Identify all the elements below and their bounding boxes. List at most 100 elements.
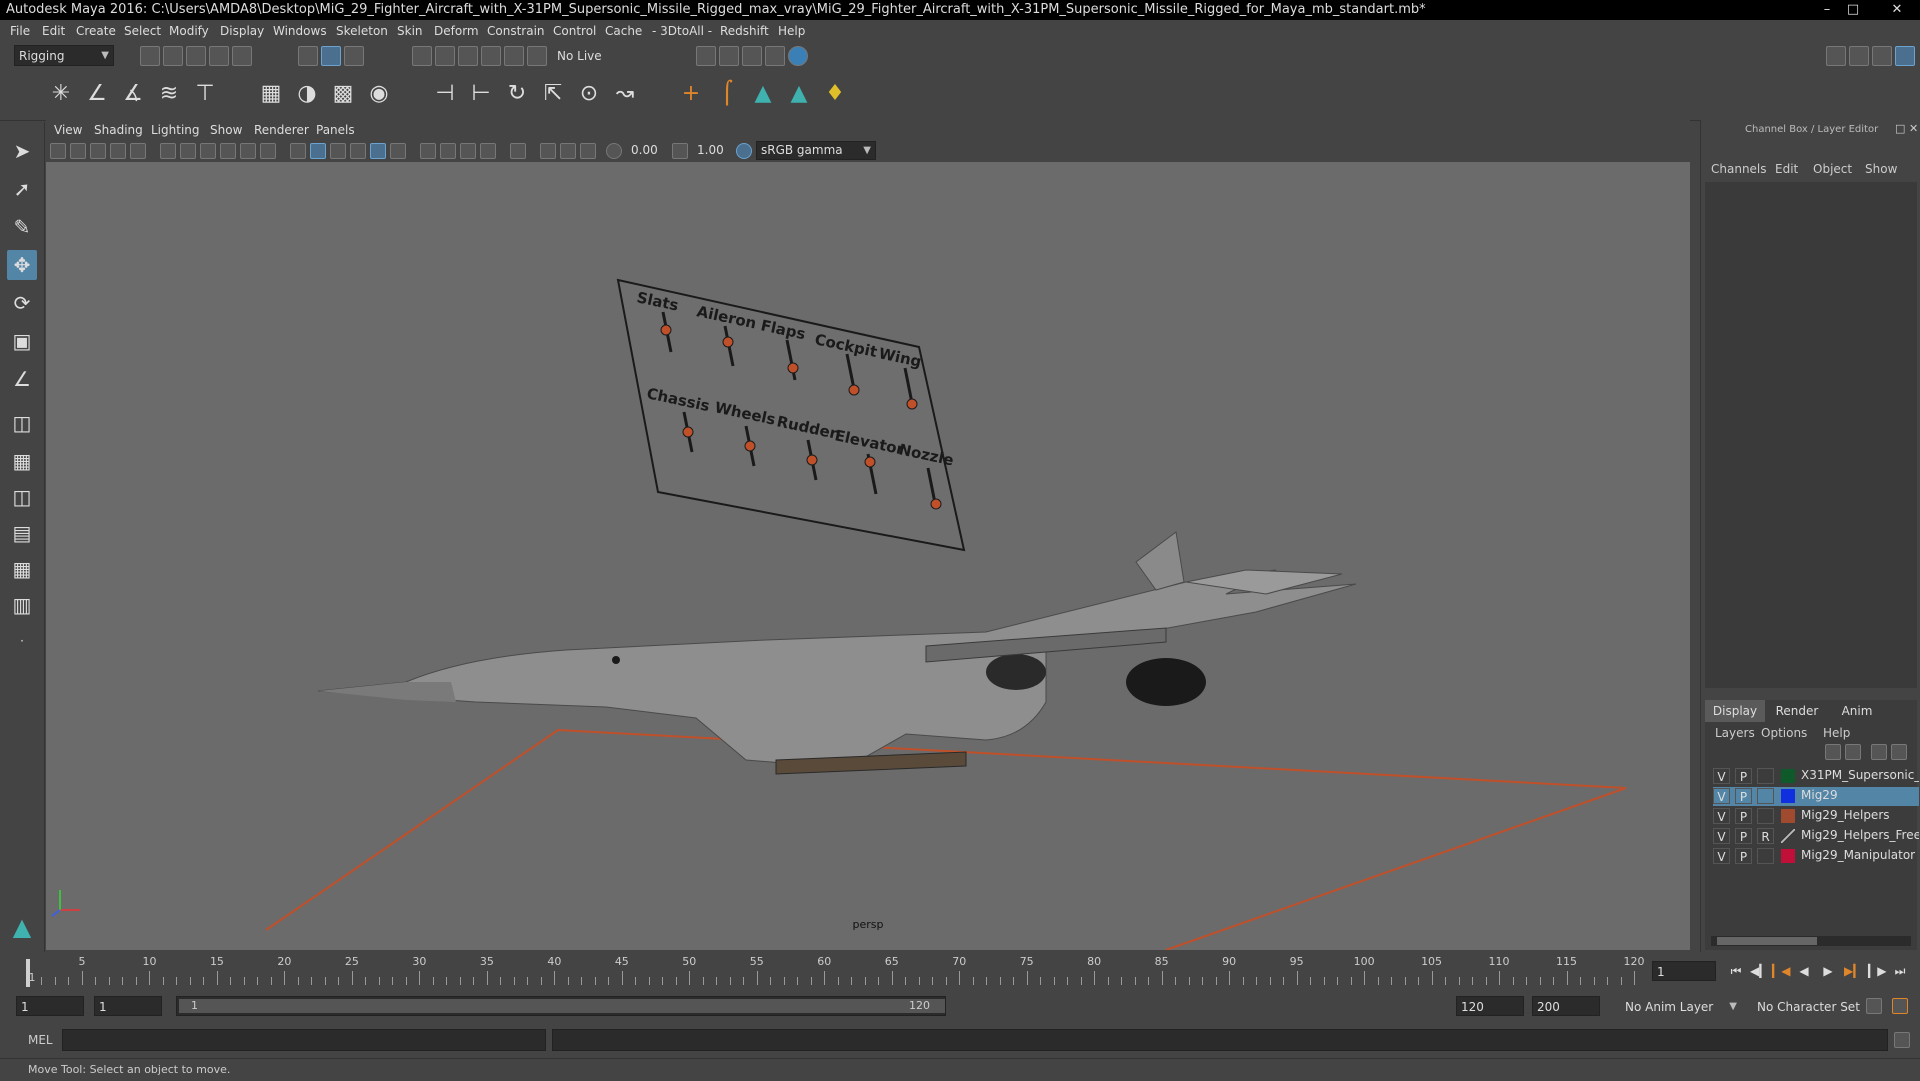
close-button[interactable]: ✕ xyxy=(1886,2,1908,18)
slider-handle-wing[interactable] xyxy=(906,398,918,410)
layer-visibility-toggle[interactable]: V xyxy=(1713,828,1730,844)
go-to-end-icon[interactable]: ⏭ xyxy=(1892,963,1908,979)
character-set-selector[interactable]: No Character Set xyxy=(1752,996,1866,1016)
snap-surface-icon[interactable] xyxy=(504,46,524,66)
hik-icon[interactable]: ▲ xyxy=(748,79,778,109)
layout-persp-graph-icon[interactable]: ▦ xyxy=(7,554,37,584)
time-slider[interactable]: 1 5 10 15 20 25 30 35 40 45 50 55 60 65 70 75 80 85 90 95 10… xyxy=(0,953,1920,989)
command-language-label[interactable]: MEL xyxy=(28,1033,53,1047)
menu-display[interactable]: Display xyxy=(220,24,264,38)
layer-color-swatch[interactable] xyxy=(1781,829,1795,843)
live-surface-field[interactable]: No Live Surface xyxy=(552,45,646,83)
range-bar[interactable]: 1 120 xyxy=(176,996,946,1016)
redo-icon[interactable] xyxy=(232,46,252,66)
slider-handle-cockpit[interactable] xyxy=(848,384,860,396)
animation-start-field[interactable]: 1 xyxy=(16,996,84,1016)
menu-control[interactable]: Control xyxy=(553,24,596,38)
shadows-icon[interactable] xyxy=(420,143,436,159)
layer-options-menu[interactable]: Options xyxy=(1761,726,1807,740)
ipr-render-icon[interactable] xyxy=(719,46,739,66)
grid-toggle-icon[interactable] xyxy=(160,143,176,159)
camera-attributes-icon[interactable] xyxy=(70,143,86,159)
slider-handle-flaps[interactable] xyxy=(787,362,799,374)
snap-vertex-icon[interactable] xyxy=(527,46,547,66)
undo-icon[interactable] xyxy=(209,46,229,66)
layer-row[interactable]: V P Mig29_Manipulator xyxy=(1713,847,1919,866)
resolution-gate-icon[interactable] xyxy=(200,143,216,159)
new-empty-layer-icon[interactable] xyxy=(1871,744,1887,760)
lattice-icon[interactable]: ▩ xyxy=(328,79,358,109)
time-ruler[interactable]: 1 5 10 15 20 25 30 35 40 45 50 55 60 65 70 75 80 85 90 95 10… xyxy=(0,953,1650,989)
play-forwards-icon[interactable]: ▶ xyxy=(1820,963,1836,979)
snap-view-plane-icon[interactable] xyxy=(481,46,501,66)
panel-menu-view[interactable]: View xyxy=(54,123,82,137)
slider-handle-elevator[interactable] xyxy=(864,456,876,468)
set-driven-key-icon[interactable]: ⌠ xyxy=(712,79,742,109)
menu-deform[interactable]: Deform xyxy=(434,24,479,38)
paint-weights-icon[interactable]: ◑ xyxy=(292,79,322,109)
hik-character-icon[interactable]: ▲ xyxy=(784,79,814,109)
panel-menu-panels[interactable]: Panels xyxy=(316,123,355,137)
menu-select[interactable]: Select xyxy=(124,24,161,38)
slider-handle-chassis[interactable] xyxy=(682,426,694,438)
menu-edit[interactable]: Edit xyxy=(42,24,65,38)
menu-windows[interactable]: Windows xyxy=(273,24,327,38)
orient-constraint-icon[interactable]: ↻ xyxy=(502,79,532,109)
layer-row[interactable]: V P Mig29_Helpers xyxy=(1713,807,1919,826)
menu-create[interactable]: Create xyxy=(76,24,116,38)
save-scene-icon[interactable] xyxy=(186,46,206,66)
grease-pencil-icon[interactable] xyxy=(130,143,146,159)
menu-redshift[interactable]: Redshift xyxy=(720,24,769,38)
exposure-icon[interactable] xyxy=(606,143,622,159)
menu-modify[interactable]: Modify xyxy=(169,24,209,38)
color-management-icon[interactable] xyxy=(736,143,752,159)
pole-vector-constraint-icon[interactable]: ↝ xyxy=(610,79,640,109)
modeling-toolkit-icon[interactable] xyxy=(1826,46,1846,66)
mirror-joint-icon[interactable]: ⊤ xyxy=(190,79,220,109)
snap-grid-icon[interactable] xyxy=(412,46,432,66)
step-forward-key-icon[interactable]: ▶▎ xyxy=(1844,963,1862,979)
menu-help[interactable]: Help xyxy=(778,24,805,38)
slider-handle-nozzle[interactable] xyxy=(930,498,942,510)
wireframe-icon[interactable] xyxy=(290,143,306,159)
slider-handle-wheels[interactable] xyxy=(744,440,756,452)
layer-playback-toggle[interactable]: P xyxy=(1735,808,1752,824)
step-forward-frame-icon[interactable]: ▎▶ xyxy=(1868,963,1886,979)
layout-single-icon[interactable]: ◫ xyxy=(7,408,37,438)
close-panel-icon[interactable]: ✕ xyxy=(1909,122,1918,135)
maximize-button[interactable]: □ xyxy=(1842,2,1864,18)
menu-file[interactable]: File xyxy=(10,24,30,38)
auto-key-icon[interactable] xyxy=(1866,998,1882,1014)
layer-visibility-toggle[interactable]: V xyxy=(1713,808,1730,824)
scale-constraint-icon[interactable]: ⇱ xyxy=(538,79,568,109)
panel-menu-lighting[interactable]: Lighting xyxy=(151,123,200,137)
ik-spline-icon[interactable]: ∡ xyxy=(118,79,148,109)
anti-aliasing-icon[interactable] xyxy=(480,143,496,159)
open-scene-icon[interactable] xyxy=(163,46,183,66)
channels-menu[interactable]: Channels xyxy=(1711,162,1767,176)
panel-menu-show[interactable]: Show xyxy=(210,123,242,137)
tool-settings-icon[interactable] xyxy=(1872,46,1892,66)
layer-scrollbar[interactable] xyxy=(1711,936,1911,946)
menu-3dtoall[interactable]: - 3DtoAll - xyxy=(652,24,712,38)
point-constraint-icon[interactable]: ⊣ xyxy=(430,79,460,109)
layer-playback-toggle[interactable]: P xyxy=(1735,768,1752,784)
move-layer-up-icon[interactable] xyxy=(1825,744,1841,760)
layer-visibility-toggle[interactable]: V xyxy=(1713,848,1730,864)
slider-handle-aileron[interactable] xyxy=(722,336,734,348)
tab-display[interactable]: Display xyxy=(1705,700,1765,722)
layout-persp-outliner-icon[interactable]: ▥ xyxy=(7,590,37,620)
playback-end-field[interactable]: 120 xyxy=(1456,996,1524,1016)
layer-playback-toggle[interactable]: P xyxy=(1735,828,1752,844)
channel-object-menu[interactable]: Object xyxy=(1813,162,1852,176)
playback-start-field[interactable]: 1 xyxy=(94,996,162,1016)
menu-skin[interactable]: Skin xyxy=(397,24,423,38)
layers-menu[interactable]: Layers xyxy=(1715,726,1755,740)
field-chart-icon[interactable] xyxy=(240,143,256,159)
render-settings-icon[interactable] xyxy=(742,46,762,66)
bind-skin-icon[interactable]: ▦ xyxy=(256,79,286,109)
gamma-field[interactable]: 1.00 xyxy=(692,141,730,160)
gamma-icon[interactable] xyxy=(672,143,688,159)
smooth-shade-icon[interactable] xyxy=(310,143,326,159)
layer-visibility-toggle[interactable]: V xyxy=(1713,768,1730,784)
